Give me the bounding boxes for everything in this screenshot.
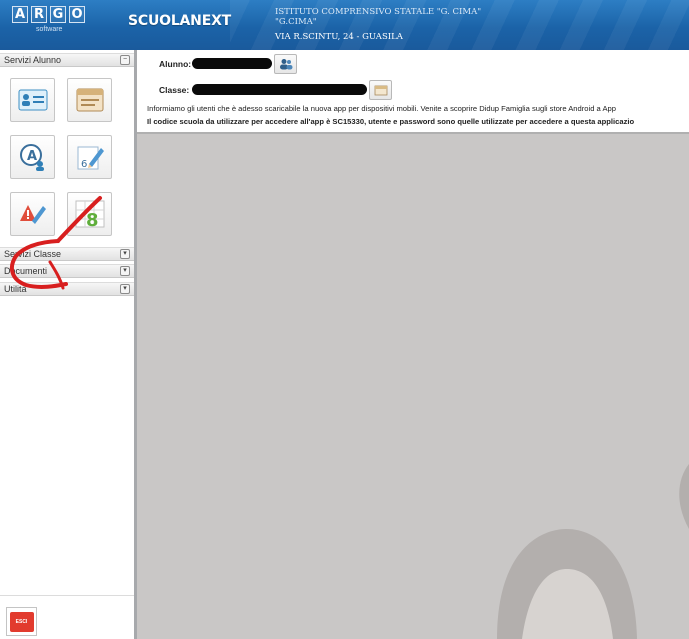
register-button[interactable] [67, 78, 112, 122]
alunno-label: Alunno: [159, 59, 192, 69]
panel-servizi-classe[interactable]: Servizi Classe ▾ [0, 247, 134, 261]
panel-label: Documenti [4, 266, 48, 276]
register-book-icon [76, 88, 103, 112]
school-name-line2: "G.CIMA" [275, 17, 317, 27]
calendar-grid-icon: 8 [75, 200, 104, 230]
redacted-class-name [192, 84, 367, 95]
logo-letter: A [12, 6, 28, 23]
main-content: Alunno: Classe: Informiamo gli utenti ch… [137, 50, 689, 639]
notes-button[interactable]: 6 [67, 135, 112, 179]
svg-text:8: 8 [86, 210, 99, 230]
school-name: ISTITUTO COMPRENSIVO STATALE "G. CIMA" "… [275, 7, 481, 27]
classe-label: Classe: [159, 85, 190, 95]
svg-text:A: A [27, 149, 37, 164]
app-notice-text: Informiamo gli utenti che è adesso scari… [147, 104, 616, 113]
panel-label: Utilità [4, 284, 27, 294]
logo-subtitle: software [36, 26, 63, 33]
panel-utilita[interactable]: Utilità ▾ [0, 282, 134, 296]
school-address: VIA R.SCINTU, 24 - GUASILA [275, 32, 403, 42]
grade-a-icon: A [19, 144, 44, 171]
student-card-button[interactable] [10, 78, 55, 122]
panel-documenti[interactable]: Documenti ▾ [0, 264, 134, 278]
exit-button[interactable]: ESCI [6, 607, 37, 636]
app-header: A R G O software SCUOLANEXT ISTITUTO COM… [0, 0, 689, 50]
school-name-line1: ISTITUTO COMPRENSIVO STATALE "G. CIMA" [275, 7, 482, 17]
exit-icon: ESCI [9, 611, 34, 632]
expand-icon[interactable]: ▾ [120, 266, 130, 276]
argo-logo: A R G O [12, 6, 85, 23]
users-icon [279, 59, 292, 70]
class-select-button[interactable] [369, 80, 392, 100]
panel-label: Servizi Alunno [4, 55, 62, 65]
warning-pencil-icon [19, 205, 46, 224]
id-card-icon [18, 89, 47, 111]
panel-servizi-alunno[interactable]: Servizi Alunno − [0, 53, 134, 67]
school-code-notice: Il codice scuola da utilizzare per acced… [147, 117, 635, 126]
svg-text:6: 6 [81, 159, 87, 170]
timetable-button[interactable]: 8 [67, 192, 112, 236]
expand-icon[interactable]: ▾ [120, 284, 130, 294]
folder-icon [374, 85, 387, 96]
expand-icon[interactable]: ▾ [120, 249, 130, 259]
absences-button[interactable] [10, 192, 55, 236]
background-illustration [497, 464, 689, 639]
logo-letter: G [50, 6, 66, 23]
app-name: SCUOLANEXT [128, 13, 232, 29]
logo-letter: R [31, 6, 47, 23]
sidebar-divider [0, 595, 134, 596]
redacted-student-name [192, 58, 272, 69]
collapse-icon[interactable]: − [120, 55, 130, 65]
grades-button[interactable]: A [10, 135, 55, 179]
pencil-grade-icon: 6 [77, 146, 104, 170]
student-info-panel: Alunno: Classe: Informiamo gli utenti ch… [137, 50, 689, 134]
sidebar: Servizi Alunno − A 6 8 Servizi Classe ▾ … [0, 50, 137, 639]
student-select-button[interactable] [274, 54, 297, 74]
logo-letter: O [69, 6, 85, 23]
panel-label: Servizi Classe [4, 249, 62, 259]
